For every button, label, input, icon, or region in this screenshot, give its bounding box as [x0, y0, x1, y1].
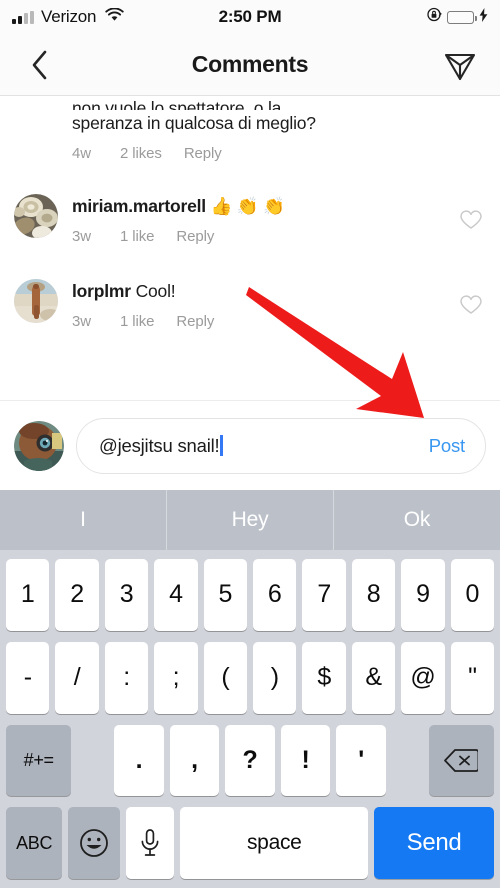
key-symbols-toggle[interactable]: #+= [6, 724, 72, 797]
text-caret [220, 435, 223, 456]
comment-input-field[interactable]: @jesjitsu snail! Post [76, 417, 486, 474]
key-period[interactable]: . [114, 724, 164, 797]
comment-item[interactable]: lorplmr Cool! 3w 1 like Reply [0, 255, 500, 340]
prediction-item-1[interactable]: Hey [166, 490, 333, 550]
comment-reply-button[interactable]: Reply [184, 145, 222, 162]
comment-text: lorplmr Cool! [72, 280, 458, 304]
comment-item[interactable]: miriam.martorell 👍 👏 👏 3w 1 like Reply [0, 172, 500, 255]
key-2[interactable]: 2 [55, 559, 99, 631]
key-abc-toggle[interactable]: ABC [6, 807, 63, 879]
prediction-item-0[interactable]: I [0, 490, 166, 550]
like-heart-icon[interactable] [458, 194, 484, 245]
key-quote[interactable]: " [450, 641, 495, 714]
key-send[interactable]: Send [374, 807, 495, 879]
wifi-icon [105, 7, 124, 27]
comment-body: 👍 👏 👏 [210, 195, 285, 216]
key-7[interactable]: 7 [302, 559, 346, 631]
comment-username[interactable]: lorplmr [72, 281, 131, 301]
comment-text: speranza in qualcosa di meglio? [72, 113, 316, 133]
backspace-icon[interactable] [428, 724, 494, 797]
key-6[interactable]: 6 [253, 559, 297, 631]
comment-likes[interactable]: 1 like [120, 313, 155, 330]
paper-plane-icon[interactable] [440, 45, 480, 85]
key-1[interactable]: 1 [6, 559, 50, 631]
key-4[interactable]: 4 [154, 559, 198, 631]
comment-reply-button[interactable]: Reply [176, 228, 214, 245]
comment-input-value[interactable]: @jesjitsu snail! [99, 435, 429, 457]
comment-time: 3w [72, 227, 91, 245]
keyboard-row-punctuation: #+= . , ? ! ' [3, 724, 497, 797]
status-bar-right [427, 7, 488, 27]
key-apostrophe[interactable]: ' [336, 724, 386, 797]
like-heart-icon[interactable] [458, 279, 484, 330]
key-comma[interactable]: , [169, 724, 220, 797]
key-5[interactable]: 5 [203, 559, 248, 631]
key-ampersand[interactable]: & [351, 641, 396, 714]
comment-meta: 3w 1 like Reply [72, 313, 458, 330]
status-bar: Verizon 2:50 PM [0, 0, 500, 34]
comment-text: miriam.martorell 👍 👏 👏 [72, 195, 458, 219]
key-question[interactable]: ? [225, 724, 275, 797]
status-bar-left: Verizon [12, 7, 124, 27]
onscreen-keyboard: I Hey Ok 1 2 3 4 5 6 7 8 9 0 - / : ; ( )… [0, 490, 500, 888]
comment-likes[interactable]: 1 like [120, 228, 155, 245]
photographer-avatar[interactable] [14, 420, 64, 471]
battery-icon [447, 10, 477, 24]
comment-meta: 3w 1 like Reply [72, 228, 458, 245]
key-at[interactable]: @ [401, 641, 445, 714]
keyboard-row-numbers: 1 2 3 4 5 6 7 8 9 0 [3, 559, 497, 631]
comment-username[interactable]: miriam.martorell [72, 196, 206, 216]
comments-list[interactable]: non vuole lo spettatore, o la speranza i… [0, 96, 500, 400]
prediction-bar: I Hey Ok [0, 490, 500, 550]
comment-likes[interactable]: 2 likes [120, 145, 162, 162]
comment-reply-button[interactable]: Reply [176, 313, 214, 330]
keyboard-rows: 1 2 3 4 5 6 7 8 9 0 - / : ; ( ) $ & @ " … [0, 550, 500, 888]
key-paren-open[interactable]: ( [203, 641, 248, 714]
key-3[interactable]: 3 [104, 559, 149, 631]
key-9[interactable]: 9 [401, 559, 445, 631]
beach-person-avatar[interactable] [14, 278, 58, 323]
key-paren-close[interactable]: ) [253, 641, 297, 714]
carrier-label: Verizon [41, 7, 97, 26]
comment-input-bar: @jesjitsu snail! Post [0, 400, 500, 490]
key-8[interactable]: 8 [351, 559, 396, 631]
lightning-bolt-icon [479, 7, 488, 27]
page-title: Comments [191, 51, 309, 77]
key-exclamation[interactable]: ! [280, 724, 331, 797]
key-0[interactable]: 0 [450, 559, 495, 631]
rotation-lock-icon [427, 7, 442, 27]
key-slash[interactable]: / [55, 641, 99, 714]
comment-body: Cool! [135, 280, 176, 301]
emoji-smiley-icon[interactable] [68, 807, 121, 879]
comment-input-text: @jesjitsu snail! [99, 434, 220, 456]
comment-time: 3w [72, 312, 91, 330]
navigation-bar: Comments [0, 34, 500, 96]
keyboard-row-symbols: - / : ; ( ) $ & @ " [3, 641, 497, 714]
key-semicolon[interactable]: ; [154, 641, 198, 714]
keyboard-row-bottom: ABC space Send [3, 807, 497, 879]
key-dollar[interactable]: $ [302, 641, 346, 714]
comment-time: 4w [72, 144, 91, 162]
comment-item[interactable]: non vuole lo spettatore, o la speranza i… [0, 96, 500, 172]
post-button[interactable]: Post [429, 435, 465, 457]
back-chevron-icon[interactable] [20, 45, 60, 85]
microphone-icon[interactable] [126, 807, 175, 879]
comment-meta: 4w 2 likes Reply [72, 145, 458, 162]
comment-clipped-line: non vuole lo spettatore, o la [72, 98, 282, 110]
key-hyphen[interactable]: - [6, 641, 50, 714]
key-space[interactable]: space [180, 807, 369, 879]
prediction-item-2[interactable]: Ok [333, 490, 500, 550]
snail-shells-avatar[interactable] [14, 193, 58, 238]
key-colon[interactable]: : [104, 641, 149, 714]
cellular-signal-icon [12, 10, 34, 24]
